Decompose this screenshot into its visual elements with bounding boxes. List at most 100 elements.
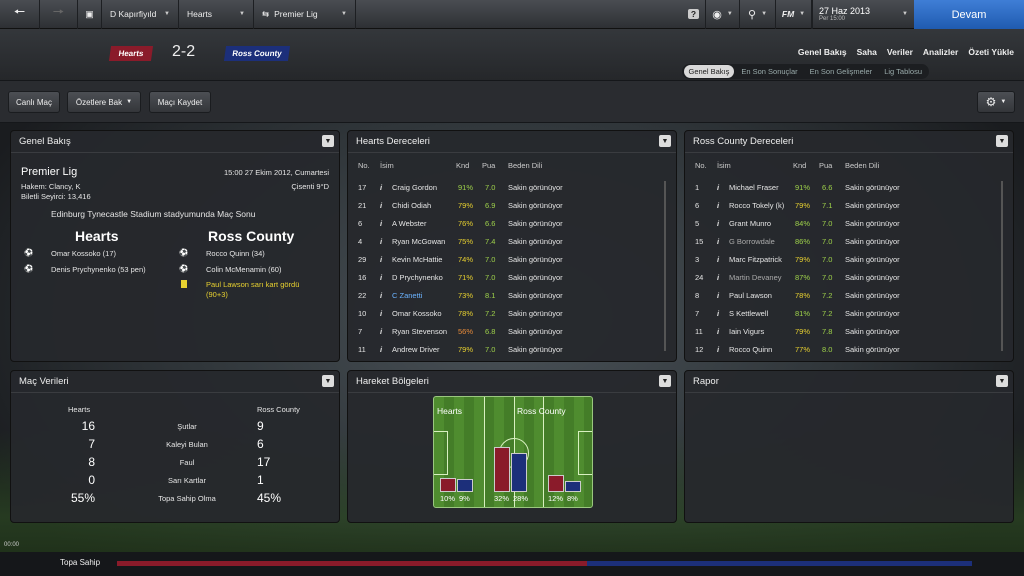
player-name[interactable]: Chidi Odiah	[392, 201, 431, 210]
tab-overview[interactable]: Genel Bakış	[683, 65, 735, 78]
table-row[interactable]: 17 i Craig Gordon 91% 7.0 Sakin görünüyor	[348, 179, 658, 195]
player-name[interactable]: D Prychynenko	[392, 273, 443, 282]
nav-manager[interactable]: D Kapırfiyıld ▼	[102, 0, 179, 29]
player-name[interactable]: Marc Fitzpatrick	[729, 255, 782, 264]
table-row[interactable]: 11 i Iain Vigurs 79% 7.8 Sakin görünüyor	[685, 323, 995, 339]
player-name[interactable]: Martin Devaney	[729, 273, 782, 282]
info-icon[interactable]: i	[380, 201, 382, 210]
info-icon[interactable]: i	[380, 219, 382, 228]
table-row[interactable]: 16 i D Prychynenko 71% 7.0 Sakin görünüyor	[348, 269, 658, 285]
info-icon[interactable]: i	[717, 273, 719, 282]
home-team-badge[interactable]: Hearts	[108, 46, 154, 61]
bottom-bar: 00:00 Topa Sahip	[0, 542, 1024, 576]
player-name[interactable]: Grant Munro	[729, 219, 771, 228]
player-name[interactable]: G Borrowdale	[729, 237, 775, 246]
table-row[interactable]: 24 i Martin Devaney 87% 7.0 Sakin görünüyor	[685, 269, 995, 285]
date-display[interactable]: 27 Haz 2013 Per 15:00 ▼	[812, 0, 914, 29]
player-rating: 6.6	[485, 219, 496, 228]
player-name[interactable]: Ryan Stevenson	[392, 327, 447, 336]
player-name[interactable]: A Webster	[392, 219, 426, 228]
live-match-button[interactable]: Canlı Maç	[8, 91, 60, 113]
player-name[interactable]: Rocco Tokely (k)	[729, 201, 784, 210]
settings-button[interactable]: ⚙ ▼	[977, 91, 1015, 113]
table-row[interactable]: 1 i Michael Fraser 91% 6.6 Sakin görünüyor	[685, 179, 995, 195]
info-icon[interactable]: i	[717, 327, 719, 336]
info-icon[interactable]: i	[717, 237, 719, 246]
nav-overview[interactable]: Genel Bakış	[798, 47, 847, 57]
scrollbar[interactable]	[1001, 181, 1003, 351]
player-name[interactable]: Iain Vigurs	[729, 327, 764, 336]
nav-analysis[interactable]: Analizler	[923, 47, 958, 57]
table-row[interactable]: 3 i Marc Fitzpatrick 79% 7.0 Sakin görünüyor	[685, 251, 995, 267]
panel-menu-button[interactable]: ▼	[322, 375, 334, 387]
nav-competition[interactable]: ⇆ Premier Lig ▼	[254, 0, 356, 29]
nav-upload-highlights[interactable]: Özeti Yükle	[968, 47, 1014, 57]
player-name[interactable]: Kevin McHattie	[392, 255, 442, 264]
panel-menu-button[interactable]: ▼	[659, 375, 671, 387]
away-team-badge[interactable]: Ross County	[223, 46, 291, 61]
nav-club[interactable]: Hearts ▼	[179, 0, 254, 29]
table-row[interactable]: 12 i Rocco Quinn 77% 8.0 Sakin görünüyor	[685, 341, 995, 357]
panel-menu-button[interactable]: ▼	[996, 135, 1008, 147]
player-name[interactable]: Omar Kossoko	[392, 309, 442, 318]
panel-menu-button[interactable]: ▼	[322, 135, 334, 147]
back-button[interactable]: 🠔	[0, 0, 40, 29]
table-row[interactable]: 10 i Omar Kossoko 78% 7.2 Sakin görünüyor	[348, 305, 658, 321]
table-row[interactable]: 8 i Paul Lawson 78% 7.2 Sakin görünüyor	[685, 287, 995, 303]
player-name[interactable]: Paul Lawson	[729, 291, 772, 300]
info-icon[interactable]: i	[380, 255, 382, 264]
continue-button[interactable]: Devam	[914, 0, 1024, 29]
player-name[interactable]: S Kettlewell	[729, 309, 768, 318]
tab-latest-news[interactable]: En Son Gelişmeler	[805, 65, 878, 78]
info-icon[interactable]: i	[717, 345, 719, 354]
world-button[interactable]: ◉ ▼	[706, 0, 740, 29]
info-icon[interactable]: i	[380, 291, 382, 300]
table-row[interactable]: 4 i Ryan McGowan 75% 7.4 Sakin görünüyor	[348, 233, 658, 249]
player-name[interactable]: C Zanetti	[392, 291, 422, 300]
table-row[interactable]: 6 i A Webster 76% 6.6 Sakin görünüyor	[348, 215, 658, 231]
tab-league-table[interactable]: Lig Tablosu	[879, 65, 927, 78]
stats-home-value: 0	[88, 473, 95, 487]
highlights-button[interactable]: Özetlere Bak ▼	[67, 91, 141, 113]
info-icon[interactable]: i	[717, 255, 719, 264]
player-name[interactable]: Ryan McGowan	[392, 237, 445, 246]
info-icon[interactable]: i	[380, 327, 382, 336]
tab-latest-results[interactable]: En Son Sonuçlar	[736, 65, 802, 78]
table-row[interactable]: 15 i G Borrowdale 86% 7.0 Sakin görünüyor	[685, 233, 995, 249]
player-body-language: Sakin görünüyor	[508, 327, 563, 336]
table-row[interactable]: 21 i Chidi Odiah 79% 6.9 Sakin görünüyor	[348, 197, 658, 213]
nav-pitch[interactable]: Saha	[857, 47, 877, 57]
table-row[interactable]: 22 i C Zanetti 73% 8.1 Sakin görünüyor	[348, 287, 658, 303]
save-match-button[interactable]: Maçı Kaydet	[149, 91, 211, 113]
help-button[interactable]: ?	[682, 0, 706, 29]
player-name[interactable]: Craig Gordon	[392, 183, 437, 192]
fm-menu[interactable]: FM ▼	[776, 0, 812, 29]
player-name[interactable]: Andrew Driver	[392, 345, 440, 354]
table-row[interactable]: 6 i Rocco Tokely (k) 79% 7.1 Sakin görünüyor	[685, 197, 995, 213]
player-name[interactable]: Michael Fraser	[729, 183, 779, 192]
player-name[interactable]: Rocco Quinn	[729, 345, 772, 354]
info-icon[interactable]: i	[380, 183, 382, 192]
info-icon[interactable]: i	[717, 219, 719, 228]
search-button[interactable]: ⚲ ▼	[740, 0, 776, 29]
info-icon[interactable]: i	[717, 201, 719, 210]
chevron-down-icon: ▼	[761, 11, 768, 17]
nav-stats[interactable]: Veriler	[887, 47, 913, 57]
info-icon[interactable]: i	[717, 291, 719, 300]
table-row[interactable]: 29 i Kevin McHattie 74% 7.0 Sakin görünüyor	[348, 251, 658, 267]
table-row[interactable]: 5 i Grant Munro 84% 7.0 Sakin görünüyor	[685, 215, 995, 231]
info-icon[interactable]: i	[380, 345, 382, 354]
panel-menu-button[interactable]: ▼	[659, 135, 671, 147]
forward-button[interactable]: 🠖	[40, 0, 78, 29]
info-icon[interactable]: i	[380, 237, 382, 246]
home-button[interactable]: ▣	[78, 0, 102, 29]
info-icon[interactable]: i	[380, 273, 382, 282]
table-row[interactable]: 7 i S Kettlewell 81% 7.2 Sakin görünüyor	[685, 305, 995, 321]
info-icon[interactable]: i	[380, 309, 382, 318]
table-row[interactable]: 7 i Ryan Stevenson 56% 6.8 Sakin görünüyor	[348, 323, 658, 339]
info-icon[interactable]: i	[717, 183, 719, 192]
scrollbar[interactable]	[664, 181, 666, 351]
info-icon[interactable]: i	[717, 309, 719, 318]
table-row[interactable]: 11 i Andrew Driver 79% 7.0 Sakin görünüyor	[348, 341, 658, 357]
panel-menu-button[interactable]: ▼	[996, 375, 1008, 387]
